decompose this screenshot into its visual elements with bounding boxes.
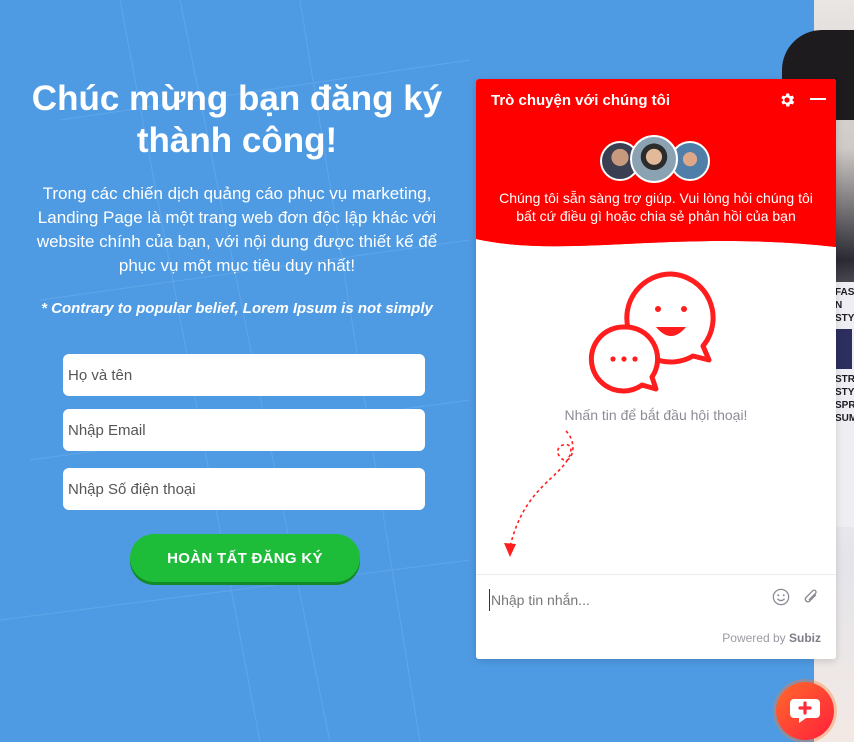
agent-avatars [600, 135, 712, 183]
poster-line: SUM [835, 413, 854, 424]
powered-by: Powered by Subiz [722, 631, 821, 645]
poster-line: N [835, 300, 843, 311]
message-composer: Powered by Subiz [476, 574, 836, 659]
header-wave [476, 229, 836, 269]
name-field[interactable] [63, 354, 425, 396]
message-input[interactable] [489, 589, 759, 611]
phone-field[interactable] [63, 468, 425, 510]
empty-state-text: Nhấn tin để bắt đầu hội thoại! [564, 407, 748, 423]
poster-line: STR [835, 374, 854, 385]
minimize-icon[interactable] [810, 98, 826, 100]
chat-plus-icon [790, 699, 820, 723]
page-title: Chúc mừng bạn đăng ký thành công! [31, 79, 443, 160]
poster-line: STY [835, 313, 854, 324]
poster-line: STY [835, 387, 854, 398]
chat-bubbles-icon [588, 271, 716, 394]
gear-icon[interactable] [778, 91, 796, 109]
poster-image [835, 329, 852, 369]
paperclip-icon[interactable] [802, 587, 820, 607]
submit-registration-button[interactable]: HOÀN TẤT ĐĂNG KÝ [130, 534, 360, 582]
poster-line: SPR [835, 400, 854, 411]
poster-line: FAS [835, 287, 854, 298]
hero-description: Trong các chiến dịch quảng cáo phục vụ m… [36, 184, 438, 275]
chat-subtitle: Chúng tôi sẵn sàng trợ giúp. Vui lòng hỏ… [499, 190, 813, 224]
email-field[interactable] [63, 409, 425, 451]
hero-note: * Contrary to popular belief, Lorem Ipsu… [41, 300, 433, 317]
chat-launcher-button[interactable] [776, 682, 834, 740]
powered-by-prefix: Powered by [722, 631, 786, 645]
powered-by-brand[interactable]: Subiz [789, 631, 821, 645]
smiley-icon[interactable] [772, 588, 790, 606]
chat-widget: Trò chuyện với chúng tôi Chúng tôi sẵn s… [476, 79, 836, 659]
avatar [630, 135, 678, 183]
hero-section: Chúc mừng bạn đăng ký thành công! Trong … [22, 78, 452, 317]
chat-title: Trò chuyện với chúng tôi [491, 92, 671, 109]
dotted-arrow-icon [504, 430, 574, 557]
